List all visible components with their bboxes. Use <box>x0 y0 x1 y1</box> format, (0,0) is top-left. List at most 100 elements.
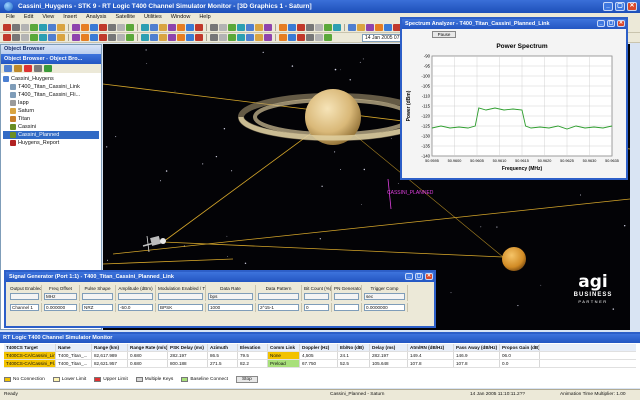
toolbar-button-icon[interactable] <box>30 34 38 41</box>
menu-edit[interactable]: Edit <box>24 14 33 22</box>
toolbar-button-icon[interactable] <box>255 34 263 41</box>
tree-item[interactable]: Cassini <box>3 123 99 131</box>
toolbar-button-icon[interactable] <box>375 24 383 31</box>
menu-help[interactable]: Help <box>199 14 210 22</box>
unit-select[interactable] <box>82 293 113 300</box>
toolbar-button-icon[interactable] <box>324 24 332 31</box>
toolbar-button-icon[interactable] <box>315 34 323 41</box>
toolbar-button-icon[interactable] <box>333 24 341 31</box>
toolbar-button-icon[interactable] <box>12 24 20 31</box>
toolbar-button-icon[interactable] <box>159 24 167 31</box>
unit-select[interactable] <box>258 293 299 300</box>
unit-select[interactable]: MHz <box>44 293 77 300</box>
toolbar-button-icon[interactable] <box>306 24 314 31</box>
siggen-minimize-button[interactable]: _ <box>405 273 413 280</box>
menu-file[interactable]: File <box>6 14 15 22</box>
toolbar-button-icon[interactable] <box>177 34 185 41</box>
toolbar-button-icon[interactable] <box>306 34 314 41</box>
signal-generator-field[interactable]: BPSK <box>158 304 203 311</box>
toolbar-button-icon[interactable] <box>348 24 356 31</box>
toolbar-button-icon[interactable] <box>384 24 392 31</box>
refresh-icon[interactable] <box>44 65 52 72</box>
toolbar-button-icon[interactable] <box>21 24 29 31</box>
tree-item[interactable]: Cassini_Planned <box>3 131 99 139</box>
toolbar-button-icon[interactable] <box>357 24 365 31</box>
tree-item[interactable]: Huygens_Report <box>3 139 99 147</box>
spectrum-maximize-button[interactable]: ▢ <box>607 20 615 27</box>
spectrum-minimize-button[interactable]: _ <box>597 20 605 27</box>
spectrum-close-button[interactable]: ✕ <box>617 20 625 27</box>
unit-select[interactable] <box>304 293 329 300</box>
menu-view[interactable]: View <box>42 14 54 22</box>
toolbar-button-icon[interactable] <box>219 34 227 41</box>
signal-generator-field[interactable]: -50.0 <box>118 304 153 311</box>
toolbar-button-icon[interactable] <box>315 24 323 31</box>
toolbar-button-icon[interactable] <box>150 34 158 41</box>
toolbar-button-icon[interactable] <box>117 24 125 31</box>
signal-generator-field[interactable]: 0 <box>304 304 329 311</box>
toolbar-button-icon[interactable] <box>195 24 203 31</box>
toolbar-button-icon[interactable] <box>30 24 38 31</box>
menu-insert[interactable]: Insert <box>63 14 77 22</box>
toolbar-button-icon[interactable] <box>39 24 47 31</box>
siggen-maximize-button[interactable]: ▢ <box>415 273 423 280</box>
toolbar-button-icon[interactable] <box>186 24 194 31</box>
table-row[interactable]: T400CS-CA/Cassini_Link T400_Titan_... 82,6… <box>4 352 636 360</box>
toolbar-button-icon[interactable] <box>237 34 245 41</box>
unit-select[interactable] <box>334 293 359 300</box>
signal-generator-field[interactable]: 1000 <box>208 304 253 311</box>
delete-icon[interactable] <box>24 65 32 72</box>
toolbar-button-icon[interactable] <box>39 34 47 41</box>
toolbar-button-icon[interactable] <box>279 24 287 31</box>
toolbar-button-icon[interactable] <box>117 34 125 41</box>
tree-item[interactable]: Cassini_Huygens <box>3 75 99 83</box>
minimize-button[interactable]: _ <box>603 2 613 11</box>
table-row[interactable]: T400CS-CA/Cassini_Pl... T400_Titan_... 82,… <box>4 360 636 368</box>
toolbar-button-icon[interactable] <box>3 34 11 41</box>
toolbar-button-icon[interactable] <box>126 34 134 41</box>
toolbar-button-icon[interactable] <box>57 24 65 31</box>
toolbar-button-icon[interactable] <box>108 24 116 31</box>
maximize-button[interactable]: ▢ <box>615 2 625 11</box>
menu-analysis[interactable]: Analysis <box>86 14 106 22</box>
toolbar-button-icon[interactable] <box>99 24 107 31</box>
open-folder-icon[interactable] <box>14 65 22 72</box>
toolbar-button-icon[interactable] <box>264 34 272 41</box>
toolbar-button-icon[interactable] <box>90 34 98 41</box>
toolbar-button-icon[interactable] <box>81 24 89 31</box>
siggen-close-button[interactable]: ✕ <box>425 273 433 280</box>
toolbar-button-icon[interactable] <box>141 24 149 31</box>
unit-select[interactable] <box>118 293 153 300</box>
toolbar-button-icon[interactable] <box>279 34 287 41</box>
stop-button[interactable]: Stop <box>235 376 258 383</box>
toolbar-button-icon[interactable] <box>72 34 80 41</box>
close-button[interactable]: ✕ <box>627 2 637 11</box>
signal-generator-field[interactable] <box>334 304 359 311</box>
toolbar-button-icon[interactable] <box>168 34 176 41</box>
unit-select[interactable]: sec <box>364 293 405 300</box>
signal-generator-field[interactable]: 0.0000000 <box>364 304 405 311</box>
toolbar-button-icon[interactable] <box>195 34 203 41</box>
signal-generator-field[interactable]: Channel 1 <box>10 304 39 311</box>
menu-satellite[interactable]: Satellite <box>115 14 135 22</box>
toolbar-button-icon[interactable] <box>90 24 98 31</box>
toolbar-button-icon[interactable] <box>366 24 374 31</box>
tree-item[interactable]: Titan <box>3 115 99 123</box>
toolbar-button-icon[interactable] <box>228 24 236 31</box>
tree-item[interactable]: T400_Titan_Cassini_Fli... <box>3 91 99 99</box>
toolbar-button-icon[interactable] <box>48 24 56 31</box>
tree-item[interactable]: T400_Titan_Cassini_Link <box>3 83 99 91</box>
toolbar-button-icon[interactable] <box>48 34 56 41</box>
toolbar-button-icon[interactable] <box>297 24 305 31</box>
tree-item[interactable]: Iapp <box>3 99 99 107</box>
toolbar-button-icon[interactable] <box>297 34 305 41</box>
signal-generator-field[interactable]: 2^15-1 <box>258 304 299 311</box>
toolbar-button-icon[interactable] <box>246 24 254 31</box>
toolbar-button-icon[interactable] <box>210 34 218 41</box>
toolbar-button-icon[interactable] <box>288 34 296 41</box>
toolbar-button-icon[interactable] <box>228 34 236 41</box>
signal-generator-field[interactable]: 0.000000 <box>44 304 77 311</box>
toolbar-button-icon[interactable] <box>159 34 167 41</box>
toolbar-button-icon[interactable] <box>81 34 89 41</box>
tree-item[interactable]: Saturn <box>3 107 99 115</box>
